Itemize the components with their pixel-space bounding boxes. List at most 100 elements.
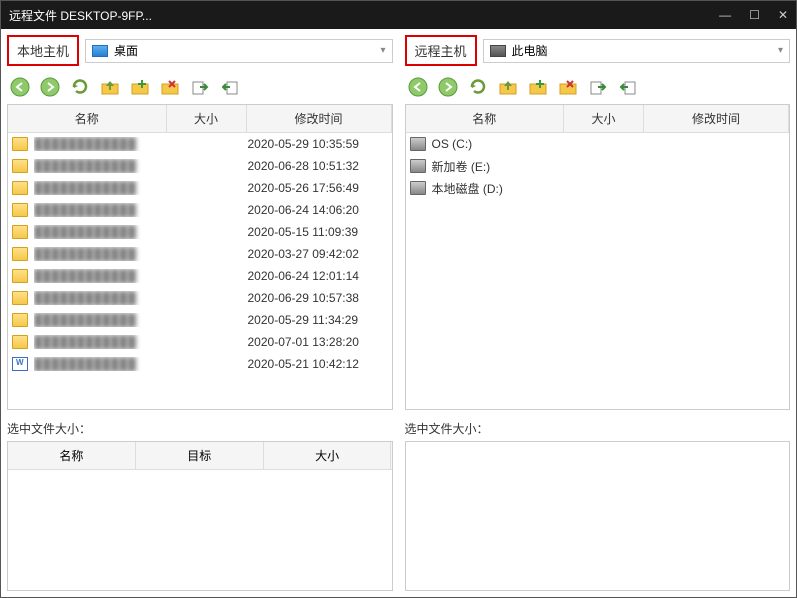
queue-col-size[interactable]: 大小 bbox=[264, 442, 392, 469]
file-row[interactable]: ████████████2020-05-26 17:56:49 bbox=[8, 177, 392, 199]
file-date: 2020-05-21 10:42:12 bbox=[248, 357, 388, 371]
remote-queue-body[interactable] bbox=[406, 442, 790, 590]
file-name: ████████████ bbox=[34, 137, 168, 151]
remote-toolbar bbox=[405, 70, 791, 104]
file-row[interactable]: ████████████ 2020-03-27 09:42:02 bbox=[8, 243, 392, 265]
remote-host-label: 远程主机 bbox=[405, 35, 477, 66]
local-host-label: 本地主机 bbox=[7, 35, 79, 66]
file-name: ████████████ bbox=[34, 357, 168, 371]
folder-icon bbox=[12, 247, 28, 261]
transfer-out-button[interactable] bbox=[187, 74, 213, 100]
refresh-button[interactable] bbox=[465, 74, 491, 100]
remote-queue-area bbox=[405, 441, 791, 591]
file-date: 2020-06-24 14:06:20 bbox=[248, 203, 388, 217]
maximize-button[interactable]: ☐ bbox=[749, 8, 760, 22]
local-selected-label: 选中文件大小： bbox=[7, 420, 393, 437]
drive-name: OS (C:) bbox=[432, 137, 786, 151]
close-button[interactable]: ✕ bbox=[778, 8, 788, 22]
drive-name: 新加卷 (E:) bbox=[432, 158, 786, 175]
drive-icon bbox=[410, 181, 426, 195]
file-name: ████████████ bbox=[34, 203, 168, 217]
queue-col-target[interactable]: 目标 bbox=[136, 442, 264, 469]
file-row[interactable]: ████████████ 2020-05-29 10:35:59 bbox=[8, 133, 392, 155]
dropdown-arrow-icon: ▾ bbox=[778, 45, 783, 56]
file-row[interactable]: ████████████ 2020-05-21 10:42:12 bbox=[8, 353, 392, 375]
file-name: ████████████ bbox=[34, 313, 168, 327]
folder-icon bbox=[12, 181, 28, 195]
file-date: 2020-06-24 12:01:14 bbox=[248, 269, 388, 283]
up-folder-button[interactable] bbox=[495, 74, 521, 100]
file-date: 2020-07-01 13:28:20 bbox=[248, 335, 388, 349]
folder-icon bbox=[12, 335, 28, 349]
folder-icon bbox=[12, 225, 28, 239]
file-date: 2020-05-15 11:09:39 bbox=[248, 225, 388, 239]
up-folder-button[interactable] bbox=[97, 74, 123, 100]
file-date: 2020-05-26 17:56:49 bbox=[248, 181, 388, 195]
folder-icon bbox=[12, 203, 28, 217]
drive-row[interactable]: 新加卷 (E:) bbox=[406, 155, 790, 177]
back-button[interactable] bbox=[405, 74, 431, 100]
remote-selected-label: 选中文件大小： bbox=[405, 420, 791, 437]
file-row[interactable]: ████████████ 2020-06-24 14:06:20 bbox=[8, 199, 392, 221]
new-folder-button[interactable] bbox=[525, 74, 551, 100]
document-icon bbox=[12, 357, 28, 371]
titlebar: 远程文件 DESKTOP-9FP... — ☐ ✕ bbox=[1, 1, 796, 29]
transfer-in-button[interactable] bbox=[217, 74, 243, 100]
transfer-in-button[interactable] bbox=[615, 74, 641, 100]
remote-path-select[interactable]: 此电脑 ▾ bbox=[483, 39, 790, 63]
file-name: ████████████ bbox=[34, 159, 168, 173]
forward-button[interactable] bbox=[435, 74, 461, 100]
delete-button[interactable] bbox=[157, 74, 183, 100]
file-name: ████████████ bbox=[34, 335, 168, 349]
col-size-header[interactable]: 大小 bbox=[564, 105, 644, 132]
file-name: ████████████ bbox=[34, 291, 168, 305]
local-path-text: 桌面 bbox=[114, 42, 138, 59]
transfer-out-button[interactable] bbox=[585, 74, 611, 100]
file-date: 2020-05-29 11:34:29 bbox=[248, 313, 388, 327]
file-row[interactable]: ████████████ 2020-05-29 11:34:29 bbox=[8, 309, 392, 331]
back-button[interactable] bbox=[7, 74, 33, 100]
pc-icon bbox=[490, 45, 506, 57]
remote-path-text: 此电脑 bbox=[512, 42, 548, 59]
remote-file-list[interactable]: OS (C:) 新加卷 (E:) 本地磁盘 (D:) bbox=[406, 133, 790, 409]
col-date-header[interactable]: 修改时间 bbox=[247, 105, 392, 132]
refresh-button[interactable] bbox=[67, 74, 93, 100]
file-row[interactable]: ████████████ 2020-06-28 10:51:32 bbox=[8, 155, 392, 177]
minimize-button[interactable]: — bbox=[719, 8, 731, 22]
local-queue-body[interactable] bbox=[8, 470, 392, 590]
folder-icon bbox=[12, 137, 28, 151]
dropdown-arrow-icon: ▾ bbox=[380, 45, 385, 56]
file-name: ████████████ bbox=[34, 247, 168, 261]
file-row[interactable]: ████████████2020-05-15 11:09:39 bbox=[8, 221, 392, 243]
file-date: 2020-06-28 10:51:32 bbox=[248, 159, 388, 173]
file-date: 2020-05-29 10:35:59 bbox=[248, 137, 388, 151]
file-name: ████████████ bbox=[34, 269, 168, 283]
file-date: 2020-03-27 09:42:02 bbox=[248, 247, 388, 261]
drive-name: 本地磁盘 (D:) bbox=[432, 180, 786, 197]
col-name-header[interactable]: 名称 bbox=[406, 105, 565, 132]
remote-pane: 远程主机 此电脑 ▾ 名称 大小 修改时间 OS (C:) 新加卷 (E:) 本地磁… bbox=[399, 29, 797, 597]
drive-row[interactable]: 本地磁盘 (D:) bbox=[406, 177, 790, 199]
local-file-list[interactable]: ████████████2020-05-29 10:35:59█████████… bbox=[8, 133, 392, 409]
folder-icon bbox=[12, 159, 28, 173]
col-size-header[interactable]: 大小 bbox=[167, 105, 247, 132]
remote-file-area: 名称 大小 修改时间 OS (C:) 新加卷 (E:) 本地磁盘 (D:) bbox=[405, 104, 791, 410]
forward-button[interactable] bbox=[37, 74, 63, 100]
desktop-icon bbox=[92, 45, 108, 57]
col-name-header[interactable]: 名称 bbox=[8, 105, 167, 132]
local-file-area: 名称 大小 修改时间 ████████████ 2020-05-29 10:35:… bbox=[7, 104, 393, 410]
folder-icon bbox=[12, 313, 28, 327]
folder-icon bbox=[12, 291, 28, 305]
file-row[interactable]: ████████████ 2020-06-24 12:01:14 bbox=[8, 265, 392, 287]
drive-row[interactable]: OS (C:) bbox=[406, 133, 790, 155]
drive-icon bbox=[410, 159, 426, 173]
col-date-header[interactable]: 修改时间 bbox=[644, 105, 789, 132]
file-row[interactable]: ████████████ 2020-07-01 13:28:20 bbox=[8, 331, 392, 353]
file-row[interactable]: ████████████2020-06-29 10:57:38 bbox=[8, 287, 392, 309]
new-folder-button[interactable] bbox=[127, 74, 153, 100]
delete-button[interactable] bbox=[555, 74, 581, 100]
queue-col-name[interactable]: 名称 bbox=[8, 442, 136, 469]
drive-icon bbox=[410, 137, 426, 151]
local-path-select[interactable]: 桌面 ▾ bbox=[85, 39, 392, 63]
window-title: 远程文件 DESKTOP-9FP... bbox=[9, 7, 152, 24]
